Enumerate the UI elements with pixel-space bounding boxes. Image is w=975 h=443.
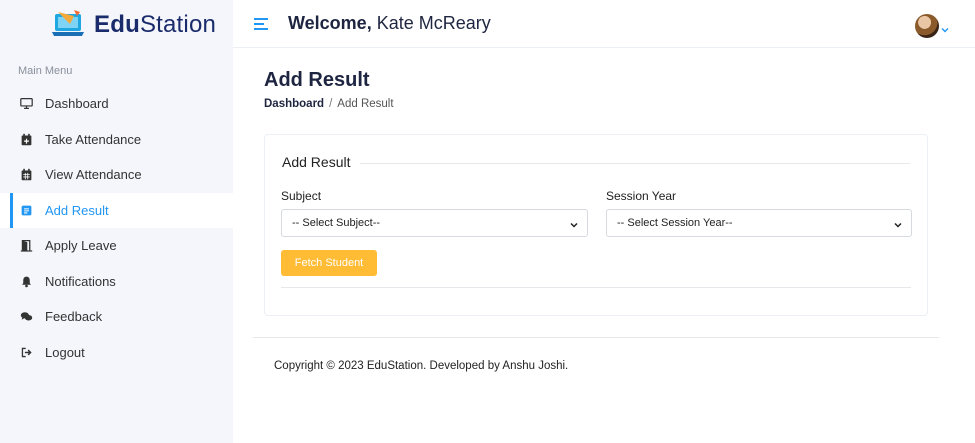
document-icon xyxy=(18,203,34,217)
breadcrumb-separator: / xyxy=(329,98,333,110)
sidebar-item-apply-leave[interactable]: Apply Leave xyxy=(0,228,233,264)
chevron-down-icon[interactable] xyxy=(941,21,949,33)
session-year-select-value: -- Select Session Year-- xyxy=(617,217,733,229)
logo-icon xyxy=(52,8,86,43)
sidebar-item-add-result[interactable]: Add Result xyxy=(0,192,233,228)
menu-toggle-icon[interactable] xyxy=(254,17,268,31)
sidebar-item-label: Feedback xyxy=(45,309,103,325)
fetch-student-button[interactable]: Fetch Student xyxy=(281,250,377,276)
sidebar-item-label: Notifications xyxy=(45,273,116,289)
bell-icon xyxy=(18,274,34,288)
sidebar-item-label: Apply Leave xyxy=(45,238,117,254)
sidebar-item-label: Take Attendance xyxy=(45,131,142,147)
avatar[interactable] xyxy=(915,14,939,38)
breadcrumb-current: Add Result xyxy=(337,98,394,110)
footer-copyright: Copyright © 2023 EduStation. Developed b… xyxy=(274,360,569,372)
subject-select[interactable]: -- Select Subject-- xyxy=(281,209,588,237)
welcome-message: Welcome, Kate McReary xyxy=(288,13,491,33)
sign-out-icon xyxy=(18,345,34,359)
monitor-icon xyxy=(18,97,34,111)
sidebar-item-label: Logout xyxy=(45,344,85,360)
page-title: Add Result xyxy=(264,69,370,91)
card-title-divider xyxy=(282,163,910,164)
breadcrumb-dashboard[interactable]: Dashboard xyxy=(264,98,324,110)
comments-icon xyxy=(18,310,34,324)
main-content: Add Result Dashboard / Add Result Add Resu… xyxy=(233,48,975,443)
brand-name: EduStation xyxy=(94,11,217,38)
sidebar-item-view-attendance[interactable]: View Attendance xyxy=(0,157,233,193)
sidebar-item-logout[interactable]: Logout xyxy=(0,335,233,371)
footer-divider xyxy=(253,337,939,338)
card-divider xyxy=(281,287,911,288)
sidebar-menu: Dashboard Take Attendance View Attendanc… xyxy=(0,86,233,370)
subject-select-value: -- Select Subject-- xyxy=(292,217,381,229)
sidebar: EduStation Main Menu Dashboard Take Atte… xyxy=(0,0,233,443)
calendar-plus-icon xyxy=(18,132,34,146)
sidebar-item-feedback[interactable]: Feedback xyxy=(0,299,233,335)
sidebar-item-label: View Attendance xyxy=(45,167,142,183)
logo[interactable]: EduStation xyxy=(0,0,233,50)
subject-label: Subject xyxy=(281,189,322,203)
breadcrumb: Dashboard / Add Result xyxy=(264,98,394,110)
chevron-down-icon xyxy=(570,220,578,228)
calendar-icon xyxy=(18,168,34,182)
session-year-label: Session Year xyxy=(606,189,677,203)
add-result-card: Add Result Subject -- Select Subject-- S… xyxy=(264,134,928,316)
sidebar-item-notifications[interactable]: Notifications xyxy=(0,264,233,300)
sidebar-item-dashboard[interactable]: Dashboard xyxy=(0,86,233,122)
chevron-down-icon xyxy=(894,220,902,228)
sidebar-item-label: Add Result xyxy=(45,202,109,218)
menu-title: Main Menu xyxy=(18,65,73,77)
user-name: Kate McReary xyxy=(376,13,491,33)
top-header: Welcome, Kate McReary xyxy=(233,0,975,48)
sidebar-item-take-attendance[interactable]: Take Attendance xyxy=(0,122,233,158)
session-year-select[interactable]: -- Select Session Year-- xyxy=(606,209,912,237)
door-icon xyxy=(18,239,34,253)
card-title: Add Result xyxy=(282,154,361,170)
sidebar-item-label: Dashboard xyxy=(45,96,109,112)
